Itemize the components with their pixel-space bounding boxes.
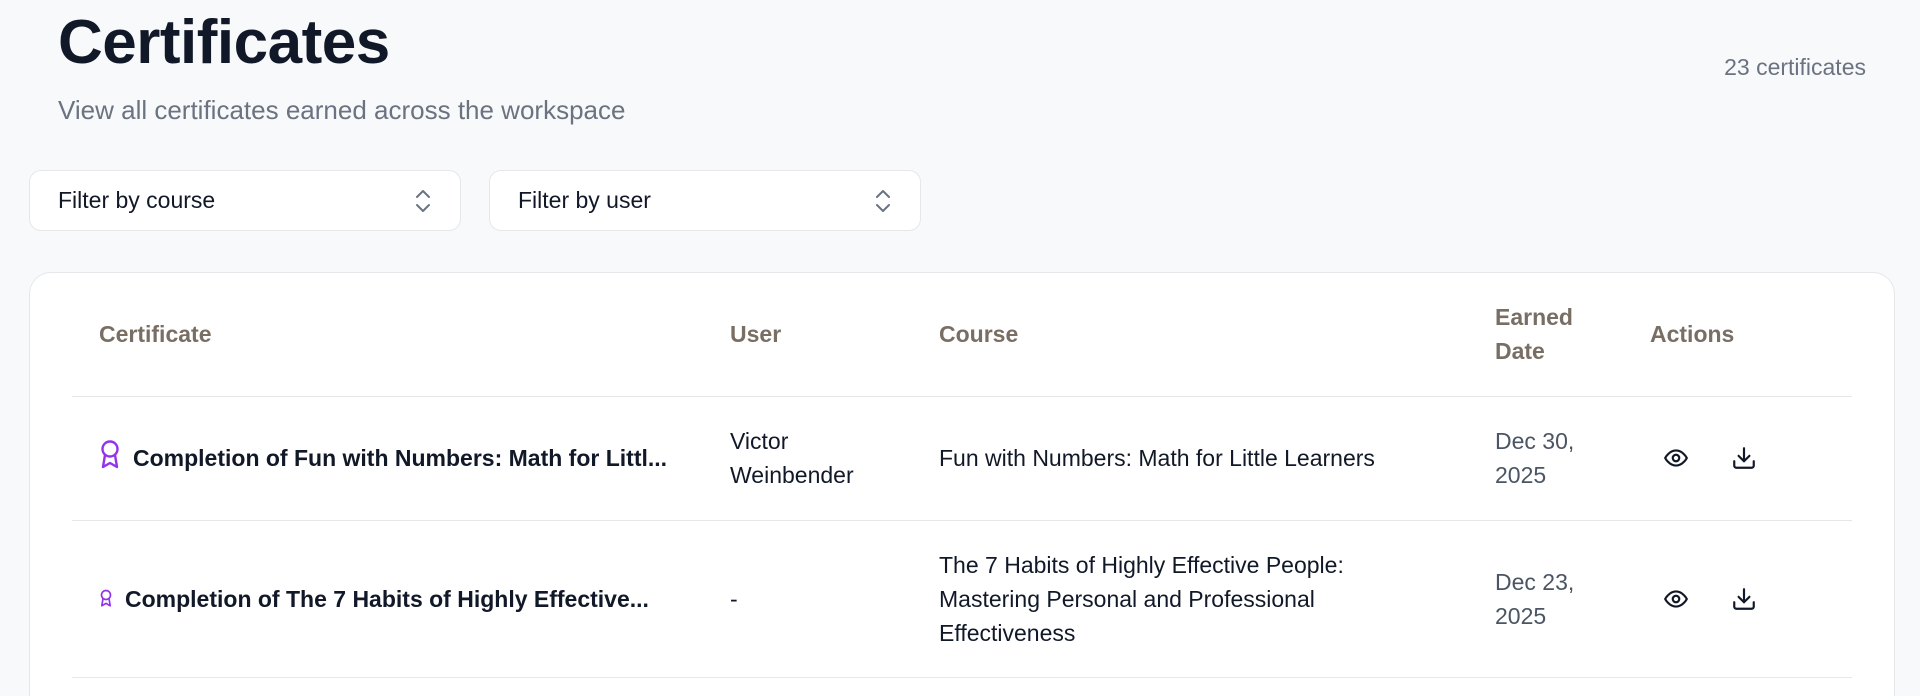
date-line2: 2025 <box>1495 602 1547 629</box>
earned-date-header-line1: Earned <box>1495 304 1573 331</box>
user-name-line1: Victor <box>730 428 789 454</box>
column-header-earned-date[interactable]: Earned Date <box>1495 273 1650 397</box>
table-row[interactable]: Completion of The 7 Habits of Highly Eff… <box>72 520 1852 678</box>
column-header-certificate[interactable]: Certificate <box>72 273 730 397</box>
column-header-course[interactable]: Course <box>939 273 1495 397</box>
course-cell: Fun with Numbers: Math for Little Learne… <box>939 396 1495 521</box>
earned-date-cell: Dec 23, 2025 <box>1495 520 1650 678</box>
user-cell: - <box>730 520 939 678</box>
chevron-up-down-icon <box>874 188 892 214</box>
user-cell: Victor Weinbender <box>730 396 939 521</box>
course-filter-select[interactable]: Filter by course <box>29 170 461 231</box>
user-filter-select[interactable]: Filter by user <box>489 170 921 231</box>
certificate-cell: Completion of Fun with Numbers: Math for… <box>72 396 730 521</box>
certificate-name[interactable]: Completion of Fun with Numbers: Math for… <box>133 441 667 475</box>
table-row[interactable]: Completion of Fun with Numbers: Math for… <box>72 396 1852 521</box>
column-header-user[interactable]: User <box>730 273 939 397</box>
certificates-table: Certificate User Course Earned Date Acti… <box>72 273 1852 678</box>
award-icon <box>99 582 113 616</box>
user-name-line1: - <box>730 585 738 612</box>
earned-date-cell: Dec 30, 2025 <box>1495 396 1650 521</box>
eye-icon[interactable] <box>1663 445 1689 471</box>
download-icon[interactable] <box>1731 586 1757 612</box>
course-line2: Mastering Personal and Professional <box>939 585 1315 612</box>
user-filter-label: Filter by user <box>518 187 651 213</box>
course-filter-label: Filter by course <box>58 187 216 213</box>
chevron-up-down-icon <box>414 188 432 214</box>
earned-date-header-line2: Date <box>1495 338 1545 365</box>
page-subtitle: View all certificates earned across the … <box>58 95 626 125</box>
user-name-line2: Weinbender <box>730 462 854 488</box>
date-line2: 2025 <box>1495 462 1547 488</box>
certificate-name[interactable]: Completion of The 7 Habits of Highly Eff… <box>125 582 649 616</box>
page-header: Certificates View all certificates earne… <box>29 0 1891 145</box>
date-line1: Dec 23, <box>1495 568 1575 595</box>
date-line1: Dec 30, <box>1495 428 1575 454</box>
eye-icon[interactable] <box>1663 586 1689 612</box>
award-icon <box>99 439 121 478</box>
table-header-row: Certificate User Course Earned Date Acti… <box>72 273 1852 397</box>
course-line1: The 7 Habits of Highly Effective People: <box>939 551 1344 578</box>
actions-cell <box>1650 396 1852 521</box>
download-icon[interactable] <box>1731 445 1757 471</box>
course-line3: Effectiveness <box>939 619 1076 646</box>
certificate-count: 23 certificates <box>1724 54 1866 80</box>
certificates-table-card: Certificate User Course Earned Date Acti… <box>29 272 1895 696</box>
actions-cell <box>1650 520 1852 678</box>
course-cell: The 7 Habits of Highly Effective People:… <box>939 520 1495 678</box>
certificates-page: Certificates View all certificates earne… <box>0 0 1920 696</box>
filter-bar: Filter by course Filter by user <box>29 170 921 231</box>
certificate-cell: Completion of The 7 Habits of Highly Eff… <box>72 520 730 678</box>
column-header-actions: Actions <box>1650 273 1852 397</box>
page-title: Certificates <box>58 8 390 77</box>
